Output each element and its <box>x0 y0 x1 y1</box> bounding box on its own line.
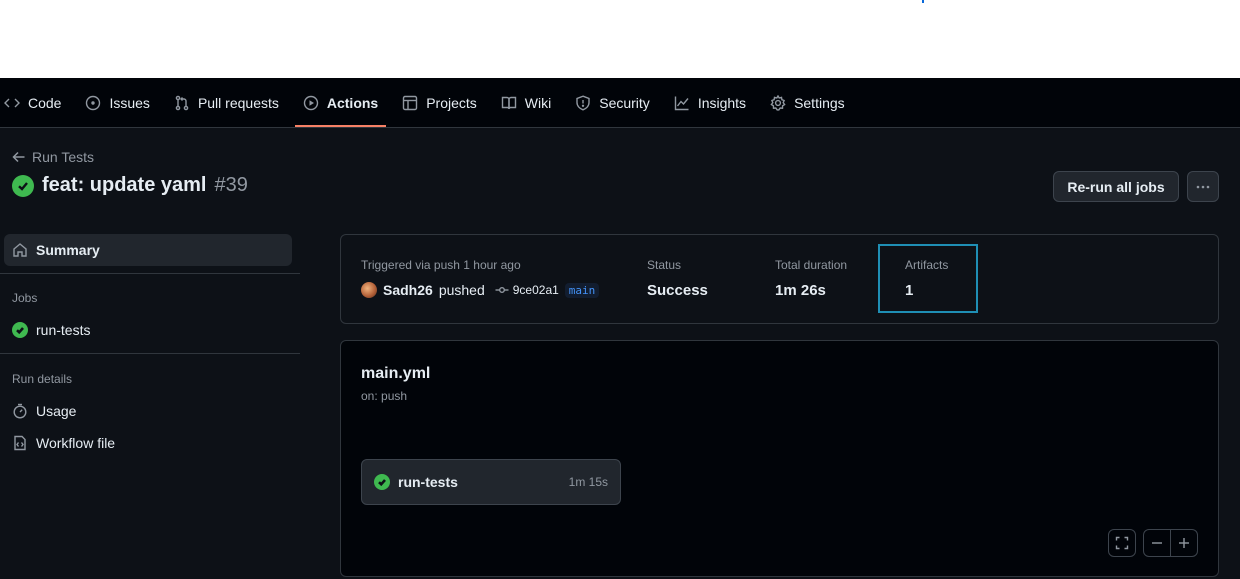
tab-actions-label: Actions <box>326 94 379 111</box>
fullscreen-icon <box>1115 536 1129 550</box>
sidebar-item-summary-label: Summary <box>36 242 100 258</box>
run-summary-panel: Triggered via push 1 hour ago Sadh26 pus… <box>340 234 1219 324</box>
workflow-graph-panel: main.yml on: push run-tests 1m 15s <box>340 340 1219 577</box>
loading-indicator <box>922 0 924 3</box>
graph-icon <box>674 96 689 110</box>
duration-info: Total duration 1m 26s <box>775 258 847 299</box>
more-options-button[interactable] <box>1187 171 1219 202</box>
repo-nav: Code Issues Pull requests Actions Projec… <box>0 78 1240 128</box>
tab-settings-label: Settings <box>794 94 845 111</box>
workflow-trigger: on: push <box>361 389 408 403</box>
sidebar-divider <box>0 353 300 354</box>
file-code-icon <box>14 435 26 451</box>
stopwatch-icon <box>13 403 27 419</box>
action-text: pushed <box>438 282 485 298</box>
issue-icon <box>86 95 101 110</box>
tab-security-label: Security <box>599 94 650 111</box>
sidebar-item-summary[interactable]: Summary <box>4 234 292 266</box>
tab-wiki[interactable]: Wiki <box>501 78 563 127</box>
job-card-name: run-tests <box>398 474 458 490</box>
trigger-row: Sadh26 pushed 9ce02a1 main <box>361 282 600 298</box>
success-check-icon <box>12 322 28 338</box>
trigger-info: Triggered via push 1 hour ago Sadh26 pus… <box>361 258 600 298</box>
rerun-all-jobs-button[interactable]: Re-run all jobs <box>1053 171 1179 202</box>
commit-icon <box>495 286 509 293</box>
browser-top-area <box>0 0 1240 78</box>
tab-pull-requests-label: Pull requests <box>197 94 279 111</box>
status-value: Success <box>647 282 708 299</box>
tab-projects[interactable]: Projects <box>402 78 489 127</box>
plus-icon <box>1179 538 1189 548</box>
branch-tag[interactable]: main <box>564 282 600 298</box>
pull-request-icon <box>175 95 189 110</box>
success-check-icon <box>12 174 34 197</box>
tab-issues-label: Issues <box>109 94 150 111</box>
jobs-heading: Jobs <box>12 291 38 305</box>
arrow-left-icon <box>12 151 25 163</box>
sidebar-item-usage-label: Usage <box>36 403 77 419</box>
duration-value: 1m 26s <box>775 282 826 299</box>
book-icon <box>501 96 516 109</box>
back-to-workflow-link[interactable]: Run Tests <box>12 149 94 165</box>
duration-label: Total duration <box>775 258 848 272</box>
workflow-name: main.yml <box>361 365 431 382</box>
artifacts-highlight-box <box>878 244 978 313</box>
table-icon <box>403 95 418 110</box>
kebab-horizontal-icon <box>1196 185 1210 188</box>
tab-pull-requests[interactable]: Pull requests <box>174 78 291 127</box>
tab-wiki-label: Wiki <box>524 94 552 111</box>
actor-link[interactable]: Sadh26 <box>383 282 433 298</box>
run-title-row: feat: update yaml #39 <box>12 174 248 197</box>
job-card-duration: 1m 15s <box>568 475 608 489</box>
tab-issues[interactable]: Issues <box>85 78 161 127</box>
fullscreen-button[interactable] <box>1108 529 1136 557</box>
tab-actions[interactable]: Actions <box>294 78 387 127</box>
run-number: #39 <box>214 174 248 196</box>
job-card-run-tests[interactable]: run-tests 1m 15s <box>361 459 621 505</box>
page-title: feat: update yaml <box>42 174 207 196</box>
zoom-out-button[interactable] <box>1143 529 1171 557</box>
sidebar-divider <box>0 273 300 274</box>
avatar[interactable] <box>361 282 377 298</box>
status-info: Status Success <box>647 258 708 299</box>
tab-insights[interactable]: Insights <box>674 78 758 127</box>
home-icon <box>13 243 27 257</box>
tab-security[interactable]: Security <box>575 78 662 127</box>
back-link-label: Run Tests <box>32 149 94 165</box>
tab-insights-label: Insights <box>697 94 747 111</box>
sidebar-item-workflow-file[interactable]: Workflow file <box>12 435 115 451</box>
trigger-label: Triggered via push 1 hour ago <box>361 258 521 272</box>
code-icon <box>4 98 20 107</box>
success-check-icon <box>374 474 390 490</box>
status-label: Status <box>647 258 682 272</box>
sidebar-item-usage[interactable]: Usage <box>12 403 76 419</box>
tab-code-label: Code <box>28 94 62 111</box>
run-details-heading: Run details <box>12 372 73 386</box>
shield-icon <box>576 94 590 111</box>
minus-icon <box>1152 542 1162 544</box>
sidebar-item-job[interactable]: run-tests <box>12 322 90 338</box>
commit-link[interactable]: 9ce02a1 <box>495 283 559 297</box>
sidebar-item-job-label: run-tests <box>36 322 91 338</box>
tab-projects-label: Projects <box>426 94 477 111</box>
play-icon <box>303 95 319 110</box>
tab-code[interactable]: Code <box>4 78 73 127</box>
sidebar-item-workflow-file-label: Workflow file <box>36 435 116 451</box>
gear-icon <box>770 94 786 111</box>
commit-sha: 9ce02a1 <box>512 283 559 297</box>
zoom-in-button[interactable] <box>1170 529 1198 557</box>
tab-settings[interactable]: Settings <box>770 78 857 127</box>
